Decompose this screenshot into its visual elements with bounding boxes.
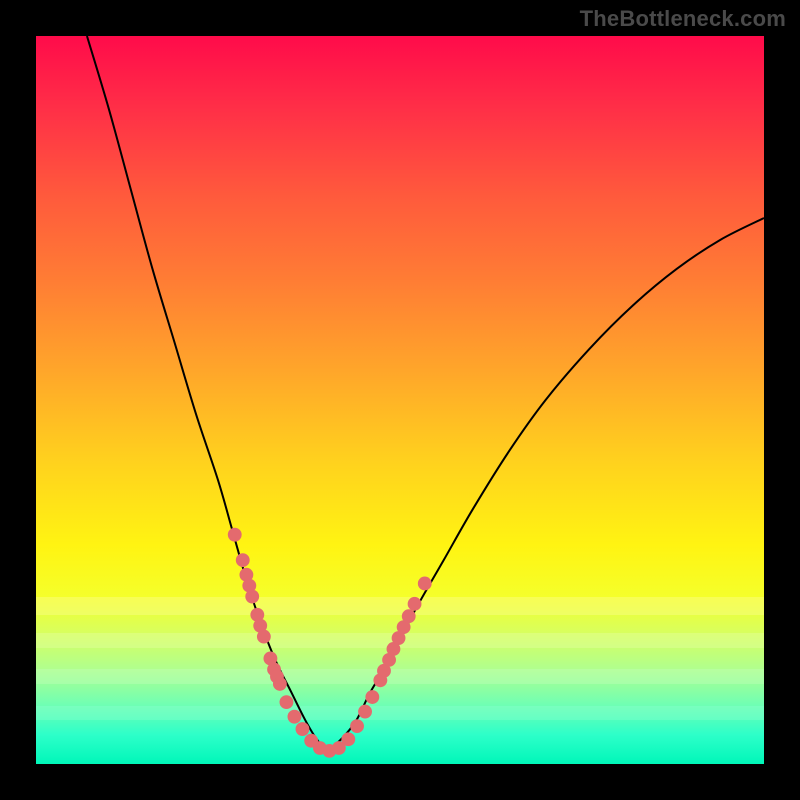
bottleneck-curve: [87, 36, 764, 749]
marker-dot: [236, 553, 250, 567]
marker-dot: [341, 732, 355, 746]
marker-dot: [273, 677, 287, 691]
bottleneck-curve-path: [87, 36, 764, 749]
marker-dot: [257, 630, 271, 644]
marker-dot: [365, 690, 379, 704]
marker-dot: [402, 609, 416, 623]
marker-dot: [288, 710, 302, 724]
marker-dot: [408, 597, 422, 611]
marker-dots: [228, 528, 432, 758]
chart-frame: TheBottleneck.com: [0, 0, 800, 800]
marker-dot: [245, 590, 259, 604]
marker-dot: [228, 528, 242, 542]
marker-dot: [350, 719, 364, 733]
marker-dot: [296, 722, 310, 736]
curve-layer: [36, 36, 764, 764]
plot-area: [36, 36, 764, 764]
marker-dot: [358, 705, 372, 719]
marker-dot: [280, 695, 294, 709]
marker-dot: [418, 577, 432, 591]
watermark-text: TheBottleneck.com: [580, 6, 786, 32]
